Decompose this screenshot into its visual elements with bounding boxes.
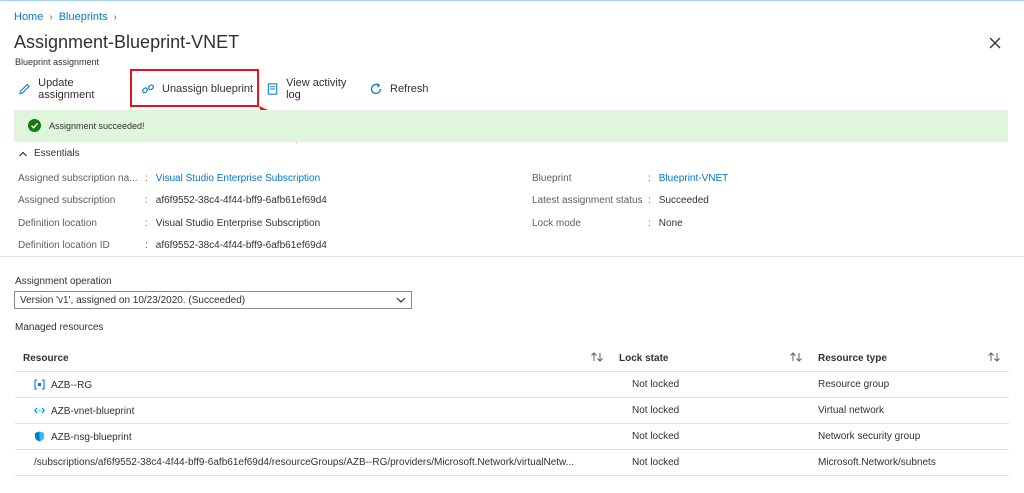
section-divider: [0, 256, 1024, 257]
managed-resources-table: Resource Lock state Resource type AZB--R…: [15, 345, 1009, 476]
ess-label-assigned-subscription: Assigned subscription: [18, 195, 116, 206]
update-assignment-button[interactable]: Update assignment: [14, 77, 133, 101]
assigned-subscription-id: af6f9552-38c4-4f44-bff9-6afb61ef69d4: [155, 195, 327, 206]
table-row[interactable]: /subscriptions/af6f9552-38c4-4f44-bff9-6…: [15, 450, 1009, 476]
ess-value-assigned-subscription-name: : Visual Studio Enterprise Subscription: [145, 173, 321, 184]
resource-group-icon: [34, 379, 45, 390]
breadcrumb-separator-icon: ›: [49, 11, 53, 23]
chevron-up-icon: [19, 151, 27, 156]
resource-type-cell: Microsoft.Network/subnets: [818, 457, 936, 468]
ess-label-assigned-subscription-name: Assigned subscription na...: [18, 173, 138, 184]
page-title: Assignment-Blueprint-VNET: [14, 32, 240, 52]
view-activity-log-button[interactable]: View activity log: [262, 77, 365, 101]
refresh-button[interactable]: Refresh: [365, 78, 435, 100]
lock-mode-value: None: [658, 218, 683, 229]
lock-state-cell: Not locked: [632, 457, 680, 468]
virtual-network-icon: [34, 407, 45, 414]
success-check-icon: [28, 119, 41, 132]
table-header: Resource Lock state Resource type: [15, 345, 1009, 372]
success-alert: Assignment succeeded!: [14, 110, 1008, 142]
view-activity-log-label: View activity log: [286, 77, 347, 101]
definition-location-id-value: af6f9552-38c4-4f44-bff9-6afb61ef69d4: [155, 240, 327, 251]
resource-name: AZB-vnet-blueprint: [51, 406, 135, 417]
top-accent-line: [0, 0, 1024, 1]
annotation-highlight-box: [130, 69, 259, 107]
ess-value-latest-status: : Succeeded: [648, 195, 709, 206]
lock-state-cell: Not locked: [632, 405, 680, 416]
blueprint-link[interactable]: Blueprint-VNET: [659, 173, 728, 184]
resource-type-cell: Resource group: [818, 379, 890, 390]
latest-status-value: Succeeded: [658, 195, 709, 206]
pencil-icon: [19, 83, 30, 95]
table-row[interactable]: AZB-nsg-blueprint Not locked Network sec…: [15, 424, 1009, 450]
close-icon: [989, 37, 1001, 49]
breadcrumb-blueprints[interactable]: Blueprints: [59, 11, 108, 23]
resource-name: AZB--RG: [51, 380, 93, 391]
breadcrumb-separator-icon: ›: [113, 11, 117, 23]
sort-icon[interactable]: [987, 351, 1001, 363]
sort-icon[interactable]: [590, 351, 604, 363]
page-subtitle: Blueprint assignment: [15, 57, 100, 67]
assignment-operation-selected: Version 'v1', assigned on 10/23/2020. (S…: [20, 294, 246, 306]
resource-type-cell: Virtual network: [818, 405, 884, 416]
column-header-resource[interactable]: Resource: [23, 353, 69, 364]
chevron-down-icon: [396, 297, 406, 303]
essentials-toggle[interactable]: Essentials: [18, 148, 80, 159]
essentials-label: Essentials: [34, 148, 80, 159]
ess-label-definition-location-id: Definition location ID: [18, 240, 110, 251]
nsg-shield-icon: [35, 431, 44, 442]
resource-name: AZB-nsg-blueprint: [51, 432, 132, 443]
refresh-icon: [370, 83, 382, 95]
alert-text: Assignment succeeded!: [49, 120, 145, 131]
activity-log-icon: [267, 83, 278, 95]
lock-state-cell: Not locked: [632, 431, 680, 442]
column-header-lock-state[interactable]: Lock state: [619, 353, 668, 364]
update-assignment-label: Update assignment: [38, 77, 95, 101]
lock-state-cell: Not locked: [632, 379, 680, 390]
ess-value-assigned-subscription: : af6f9552-38c4-4f44-bff9-6afb61ef69d4: [145, 195, 327, 206]
assigned-subscription-link[interactable]: Visual Studio Enterprise Subscription: [156, 173, 320, 184]
ess-label-lock-mode: Lock mode: [532, 218, 581, 229]
table-row[interactable]: AZB-vnet-blueprint Not locked Virtual ne…: [15, 398, 1009, 424]
assignment-operation-dropdown[interactable]: Version 'v1', assigned on 10/23/2020. (S…: [14, 291, 412, 309]
ess-label-latest-status: Latest assignment status: [532, 195, 643, 206]
ess-label-definition-location: Definition location: [18, 218, 97, 229]
resource-cell: AZB-nsg-blueprint: [34, 431, 132, 443]
table-row[interactable]: AZB--RG Not locked Resource group: [15, 372, 1009, 398]
ess-label-blueprint: Blueprint: [532, 173, 572, 184]
refresh-label: Refresh: [390, 83, 429, 95]
column-header-resource-type[interactable]: Resource type: [818, 353, 887, 364]
close-button[interactable]: [986, 34, 1004, 52]
ess-value-lock-mode: : None: [648, 218, 683, 229]
definition-location-value: Visual Studio Enterprise Subscription: [155, 218, 321, 229]
ess-value-blueprint: : Blueprint-VNET: [648, 173, 729, 184]
ess-value-definition-location-id: : af6f9552-38c4-4f44-bff9-6afb61ef69d4: [145, 240, 327, 251]
resource-type-cell: Network security group: [818, 431, 921, 442]
assignment-operation-label: Assignment operation: [15, 276, 112, 287]
breadcrumb: Home › Blueprints ›: [14, 10, 123, 24]
managed-resources-label: Managed resources: [15, 322, 104, 333]
resource-cell: AZB--RG: [34, 379, 92, 391]
resource-cell: /subscriptions/af6f9552-38c4-4f44-bff9-6…: [34, 457, 575, 468]
sort-icon[interactable]: [789, 351, 803, 363]
breadcrumb-home[interactable]: Home: [14, 11, 43, 23]
ess-value-definition-location: : Visual Studio Enterprise Subscription: [145, 218, 321, 229]
resource-cell: AZB-vnet-blueprint: [34, 405, 134, 417]
